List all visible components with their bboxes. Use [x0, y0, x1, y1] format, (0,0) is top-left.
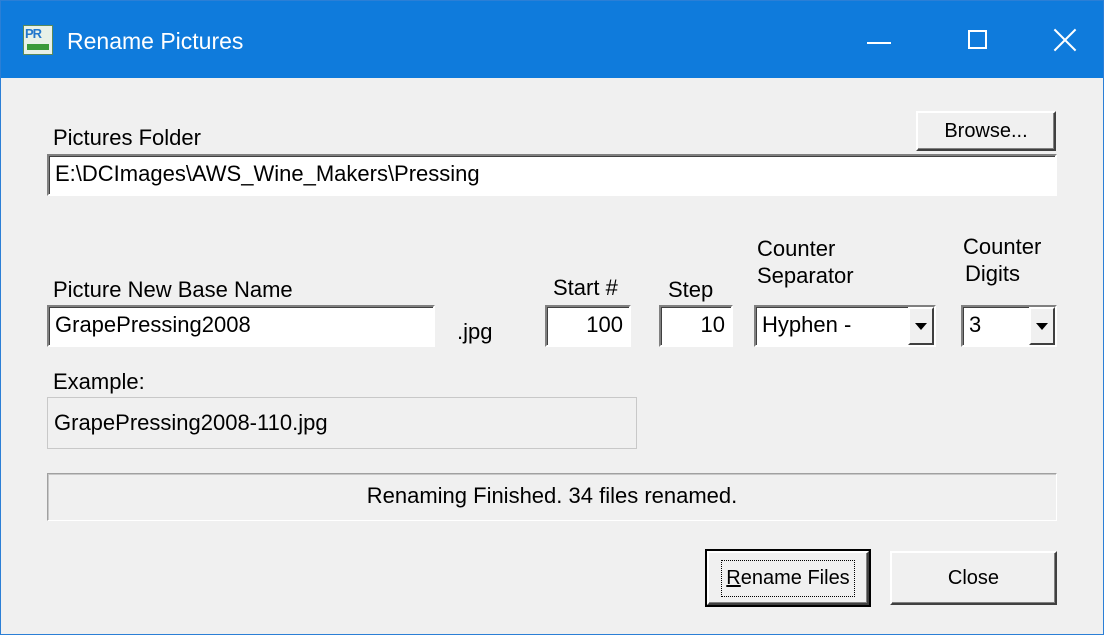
maximize-button[interactable]	[939, 1, 1015, 78]
separator-dropdown-button[interactable]	[908, 307, 934, 345]
example-output: GrapePressing2008-110.jpg	[47, 397, 637, 449]
maximize-icon	[967, 30, 987, 49]
base-name-input[interactable]: GrapePressing2008	[47, 305, 435, 347]
rename-files-button[interactable]: Rename Files	[705, 549, 871, 607]
status-bar: Renaming Finished. 34 files renamed.	[47, 473, 1057, 521]
minimize-button[interactable]	[841, 1, 917, 78]
app-icon[interactable]: PR	[23, 25, 53, 55]
chevron-down-icon	[1036, 322, 1048, 330]
rename-files-button-label: Rename Files	[721, 559, 855, 597]
counter-separator-label-line2: Separator	[757, 263, 854, 288]
close-button-label: Close	[947, 566, 1000, 589]
browse-button[interactable]: Browse...	[916, 111, 1056, 151]
counter-separator-value: Hyphen -	[762, 312, 852, 337]
browse-button-label: Browse...	[944, 119, 1028, 142]
chevron-down-icon	[915, 322, 927, 330]
step-label: Step	[668, 277, 714, 302]
minimize-icon	[867, 41, 891, 44]
window-title: Rename Pictures	[67, 28, 244, 54]
counter-digits-value: 3	[969, 312, 982, 337]
counter-separator-label-line1: Counter	[757, 236, 836, 261]
extension-label: .jpg	[457, 319, 493, 344]
counter-digits-label-line1: Counter	[963, 234, 1042, 259]
base-name-label: Picture New Base Name	[53, 277, 293, 302]
counter-separator-select[interactable]: Hyphen -	[754, 305, 936, 347]
rename-pictures-window: PR Rename Pictures Pictures Folder Brows…	[0, 0, 1104, 635]
pictures-folder-label: Pictures Folder	[53, 125, 201, 150]
pictures-folder-input[interactable]: E:\DCImages\AWS_Wine_Makers\Pressing	[47, 154, 1057, 196]
example-label: Example:	[53, 369, 145, 394]
step-input[interactable]: 10	[659, 305, 733, 347]
counter-digits-label-line2: Digits	[965, 261, 1021, 286]
title-bar[interactable]: PR Rename Pictures	[1, 1, 1103, 78]
start-number-label: Start #	[553, 275, 618, 300]
close-icon	[1053, 28, 1077, 52]
start-number-input[interactable]: 100	[545, 305, 631, 347]
close-window-button[interactable]	[1027, 1, 1103, 78]
counter-digits-select[interactable]: 3	[961, 305, 1057, 347]
app-icon-text: PR	[25, 26, 42, 41]
digits-dropdown-button[interactable]	[1029, 307, 1055, 345]
close-button[interactable]: Close	[890, 551, 1057, 605]
